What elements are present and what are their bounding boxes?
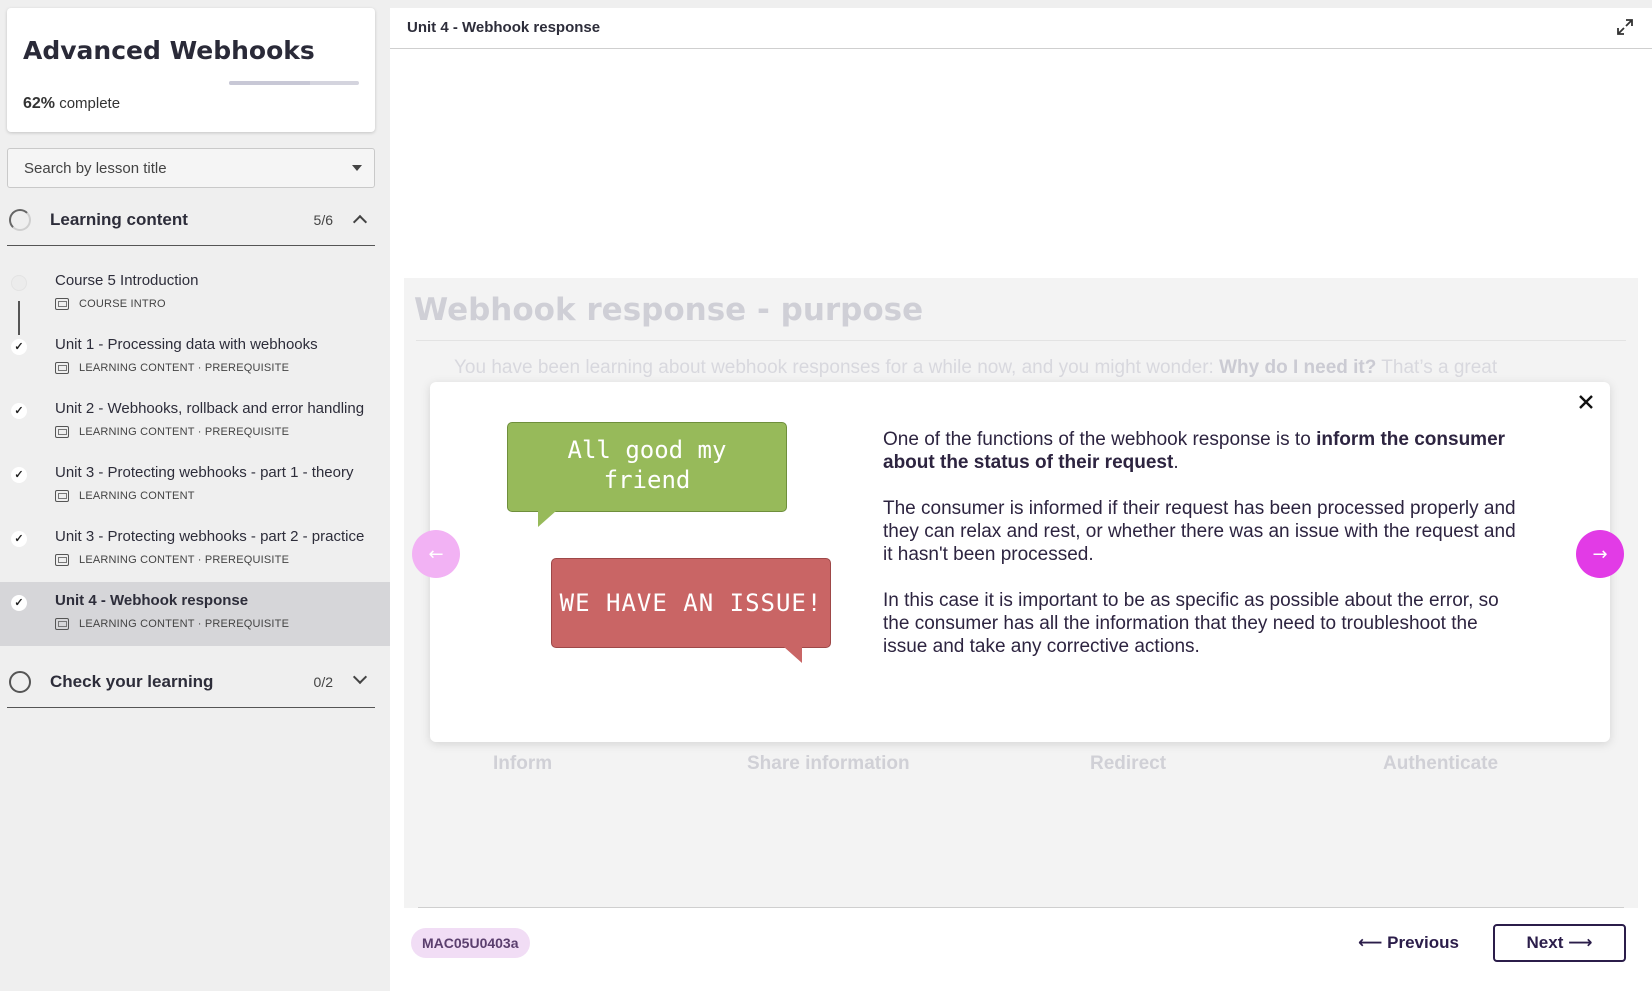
- lesson-item-unit-1[interactable]: ✓ Unit 1 - Processing data with webhooks…: [0, 326, 390, 390]
- lesson-item-unit-4-active[interactable]: ✓ Unit 4 - Webhook response LEARNING CON…: [0, 582, 390, 646]
- progress-text: 62% complete: [23, 95, 120, 113]
- modal-paragraph-3: In this case it is important to be as sp…: [883, 590, 1499, 657]
- lesson-header: Unit 4 - Webhook response: [390, 8, 1652, 49]
- check-icon: ✓: [11, 339, 27, 355]
- section-count: 0/2: [313, 674, 333, 690]
- lesson-meta: LEARNING CONTENT · PREREQUISITE: [79, 362, 290, 374]
- lesson-item-unit-3-part-1[interactable]: ✓ Unit 3 - Protecting webhooks - part 1 …: [0, 454, 390, 518]
- lesson-meta: LEARNING CONTENT: [79, 490, 195, 502]
- close-icon[interactable]: [1574, 390, 1598, 414]
- tab-share-information[interactable]: Share information: [747, 753, 910, 775]
- divider: [416, 340, 1626, 341]
- lesson-item-unit-2[interactable]: ✓ Unit 2 - Webhooks, rollback and error …: [0, 390, 390, 454]
- course-sidebar: Advanced Webhooks 62% complete Search by…: [0, 0, 390, 991]
- progress-percent: 62%: [23, 95, 56, 112]
- modal-paragraph-2: The consumer is informed if their reques…: [883, 498, 1516, 565]
- empty-progress-ring-icon: [9, 671, 31, 693]
- tab-inform[interactable]: Inform: [493, 753, 552, 775]
- speech-bubble-tail: [538, 511, 556, 527]
- lesson-title: Unit 1 - Processing data with webhooks: [55, 336, 318, 353]
- slides-icon: [55, 490, 69, 502]
- lesson-title: Unit 2 - Webhooks, rollback and error ha…: [55, 400, 365, 417]
- lesson-code-badge: MAC05U0403a: [411, 928, 530, 958]
- progress-bar-fill: [229, 81, 310, 85]
- lesson-meta: LEARNING CONTENT · PREREQUISITE: [79, 554, 290, 566]
- lesson-search-select[interactable]: Search by lesson title: [7, 148, 375, 188]
- bubble-good-text: All good my friend: [567, 436, 727, 494]
- carousel-prev-button[interactable]: ←: [412, 530, 460, 578]
- section-label: Check your learning: [50, 672, 214, 691]
- modal-body-text: One of the functions of the webhook resp…: [883, 428, 1523, 681]
- slides-icon: [55, 362, 69, 374]
- lesson-item-course-intro[interactable]: Course 5 Introduction COURSE INTRO: [0, 262, 390, 326]
- lesson-meta: LEARNING CONTENT · PREREQUISITE: [79, 426, 290, 438]
- check-icon: ✓: [11, 595, 27, 611]
- arrow-left-icon: ←: [428, 544, 444, 565]
- course-progress-card: Advanced Webhooks 62% complete: [7, 8, 375, 132]
- arrow-right-icon: →: [1592, 544, 1608, 565]
- lesson-meta: COURSE INTRO: [79, 298, 166, 310]
- partial-progress-ring-icon: [9, 209, 31, 231]
- course-title: Advanced Webhooks: [23, 36, 315, 65]
- check-icon: ✓: [11, 531, 27, 547]
- chevron-up-icon[interactable]: [352, 214, 368, 230]
- check-icon: ✓: [11, 403, 27, 419]
- chevron-down-icon[interactable]: [352, 669, 368, 685]
- modal-paragraph-1: One of the functions of the webhook resp…: [883, 429, 1506, 473]
- caret-down-icon: [352, 165, 362, 171]
- section-check-your-learning[interactable]: Check your learning 0/2: [7, 658, 375, 708]
- speech-bubble-good: All good my friend: [507, 422, 787, 512]
- document-icon: [55, 298, 69, 310]
- speech-bubble-tail: [784, 647, 802, 663]
- arrow-left-icon: ⟵: [1358, 933, 1383, 953]
- speech-bubble-issue: WE HAVE AN ISSUE!: [551, 558, 831, 648]
- lesson-item-unit-3-part-2[interactable]: ✓ Unit 3 - Protecting webhooks - part 2 …: [0, 518, 390, 582]
- arrow-right-icon: ⟶: [1568, 933, 1593, 953]
- tab-authenticate[interactable]: Authenticate: [1383, 753, 1498, 775]
- lesson-meta: LEARNING CONTENT · PREREQUISITE: [79, 618, 290, 630]
- slides-icon: [55, 426, 69, 438]
- expand-icon[interactable]: [1616, 18, 1634, 36]
- stage-title: Webhook response - purpose: [414, 292, 924, 328]
- footer-divider: [418, 907, 1624, 908]
- stage-intro-text: You have been learning about webhook res…: [454, 357, 1498, 378]
- unit-title: Unit 4 - Webhook response: [407, 19, 601, 36]
- progress-bar: [229, 81, 359, 85]
- section-learning-content[interactable]: Learning content 5/6: [7, 196, 375, 246]
- next-button[interactable]: Next ⟶: [1493, 924, 1626, 962]
- section-label: Learning content: [50, 210, 188, 229]
- empty-status-circle-icon: [11, 275, 27, 291]
- carousel-next-button[interactable]: →: [1576, 530, 1624, 578]
- bubble-issue-text: WE HAVE AN ISSUE!: [559, 589, 823, 617]
- tab-redirect[interactable]: Redirect: [1090, 753, 1166, 775]
- lesson-title: Unit 4 - Webhook response: [55, 592, 249, 609]
- lesson-title: Unit 3 - Protecting webhooks - part 2 - …: [55, 528, 365, 545]
- section-count: 5/6: [313, 212, 333, 228]
- slides-icon: [55, 618, 69, 630]
- previous-button[interactable]: ⟵ Previous: [1348, 924, 1469, 962]
- progress-suffix: complete: [55, 95, 121, 112]
- lesson-title: Unit 3 - Protecting webhooks - part 1 - …: [55, 464, 354, 481]
- lesson-title: Course 5 Introduction: [55, 272, 199, 289]
- lesson-search-placeholder: Search by lesson title: [24, 160, 167, 177]
- check-icon: ✓: [11, 467, 27, 483]
- slides-icon: [55, 554, 69, 566]
- info-modal: All good my friend WE HAVE AN ISSUE! One …: [430, 382, 1610, 742]
